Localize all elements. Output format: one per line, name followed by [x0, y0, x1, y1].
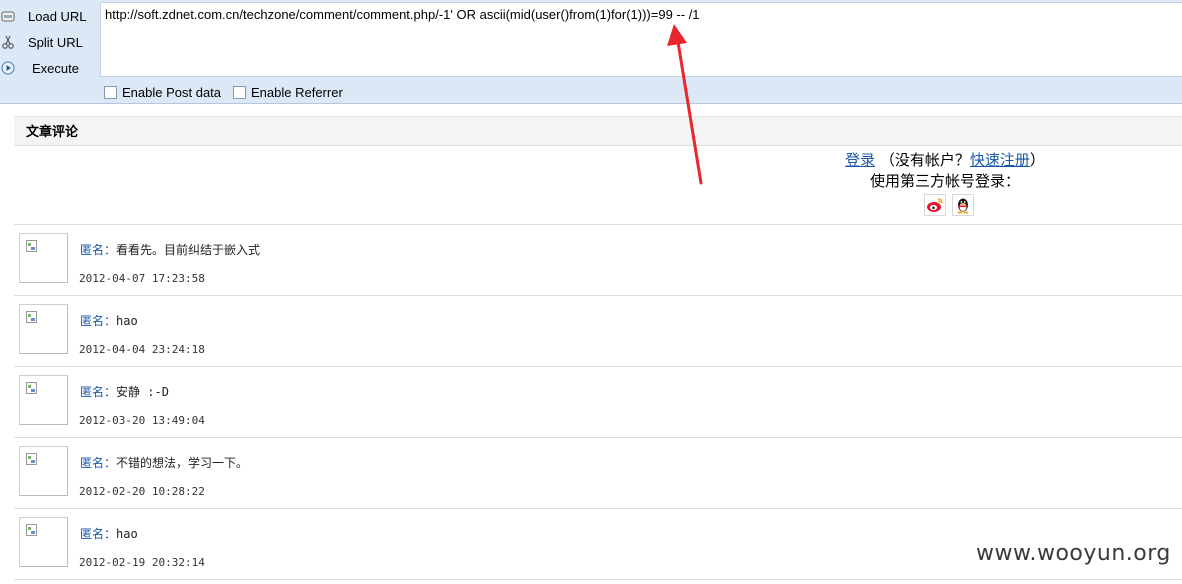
comment-text: 匿名：安静 :-D — [80, 383, 169, 400]
comment-item: 匿名：不错的想法，学习一下。 2012-02-20 10:28:22 — [14, 438, 1182, 509]
comment-item: 匿名：安静 :-D 2012-03-20 13:49:04 — [14, 367, 1182, 438]
login-link[interactable]: 登录 — [845, 151, 875, 169]
comment-text: 匿名：看看先。目前纠结于嵌入式 — [80, 241, 260, 258]
no-account-suffix: ） — [1029, 151, 1045, 169]
qq-penguin-icon — [957, 198, 969, 214]
execute-label: Execute — [32, 60, 79, 76]
comment-author: 匿名： — [80, 456, 117, 470]
comment-item: 匿名：看看先。目前纠结于嵌入式 2012-04-07 17:23:58 — [14, 225, 1182, 296]
broken-image-icon — [26, 311, 37, 323]
section-title: 文章评论 — [14, 116, 1182, 146]
comment-author: 匿名： — [80, 385, 117, 399]
split-url-label: Split URL — [28, 34, 83, 50]
comment-author: 匿名： — [80, 527, 117, 541]
broken-image-icon — [26, 240, 37, 252]
comment-text: 匿名：hao — [80, 525, 138, 542]
social-login-icons — [780, 194, 1110, 216]
broken-image-icon — [26, 453, 37, 465]
register-link[interactable]: 快速注册 — [970, 151, 1030, 169]
comment-date: 2012-04-07 17:23:58 — [79, 272, 205, 285]
broken-image-icon — [26, 382, 37, 394]
comment-body: 不错的想法，学习一下。 — [116, 456, 249, 470]
avatar — [19, 304, 68, 354]
weibo-icon — [927, 198, 943, 212]
scissors-icon — [2, 35, 14, 49]
no-account-prefix: （没有帐户？ — [879, 151, 970, 169]
weibo-login-button[interactable] — [924, 194, 946, 216]
url-textarea[interactable]: http://soft.zdnet.com.cn/techzone/commen… — [100, 2, 1182, 77]
enable-referrer-label: Enable Referrer — [251, 84, 343, 100]
login-box: 登录 （没有帐户？快速注册） 使用第三方帐号登录： — [780, 150, 1110, 216]
hackbar-toolbar: Load URL Split URL Execute http://soft.z… — [0, 0, 1182, 104]
comment-text: 匿名：不错的想法，学习一下。 — [80, 454, 248, 471]
split-url-button[interactable]: Split URL — [0, 29, 100, 55]
avatar — [19, 233, 68, 283]
load-url-button[interactable]: Load URL — [0, 3, 100, 29]
enable-referrer-checkbox[interactable]: Enable Referrer — [233, 84, 343, 100]
execute-button[interactable]: Execute — [0, 55, 100, 81]
comment-date: 2012-02-20 10:28:22 — [79, 485, 205, 498]
comment-date: 2012-02-19 20:32:14 — [79, 556, 205, 569]
broken-image-icon — [26, 524, 37, 536]
watermark: www.wooyun.org — [976, 541, 1171, 566]
comment-item: 匿名：hao 2012-04-04 23:24:18 — [14, 296, 1182, 367]
comment-author: 匿名： — [80, 314, 117, 328]
checkbox-box[interactable] — [233, 85, 246, 99]
comment-body: hao — [116, 314, 138, 328]
comment-date: 2012-04-04 23:24:18 — [79, 343, 205, 356]
comment-body: 安静 :-D — [116, 385, 169, 399]
load-url-icon — [1, 11, 15, 22]
comment-date: 2012-03-20 13:49:04 — [79, 414, 205, 427]
play-icon — [1, 61, 15, 75]
load-url-label: Load URL — [28, 8, 87, 24]
comment-body: 看看先。目前纠结于嵌入式 — [116, 243, 261, 257]
enable-post-data-checkbox[interactable]: Enable Post data — [104, 84, 221, 100]
avatar — [19, 446, 68, 496]
avatar — [19, 375, 68, 425]
avatar — [19, 517, 68, 567]
qq-login-button[interactable] — [952, 194, 974, 216]
checkbox-box[interactable] — [104, 85, 117, 99]
comment-author: 匿名： — [80, 243, 117, 257]
third-party-login-text: 使用第三方帐号登录： — [869, 172, 1020, 190]
enable-post-label: Enable Post data — [122, 84, 222, 100]
page-content: 文章评论 登录 （没有帐户？快速注册） 使用第三方帐号登录： 匿名：看看先。目前… — [0, 104, 1182, 584]
comment-body: hao — [116, 527, 138, 541]
login-line: 登录 （没有帐户？快速注册） — [780, 150, 1110, 171]
comment-text: 匿名：hao — [80, 312, 138, 329]
